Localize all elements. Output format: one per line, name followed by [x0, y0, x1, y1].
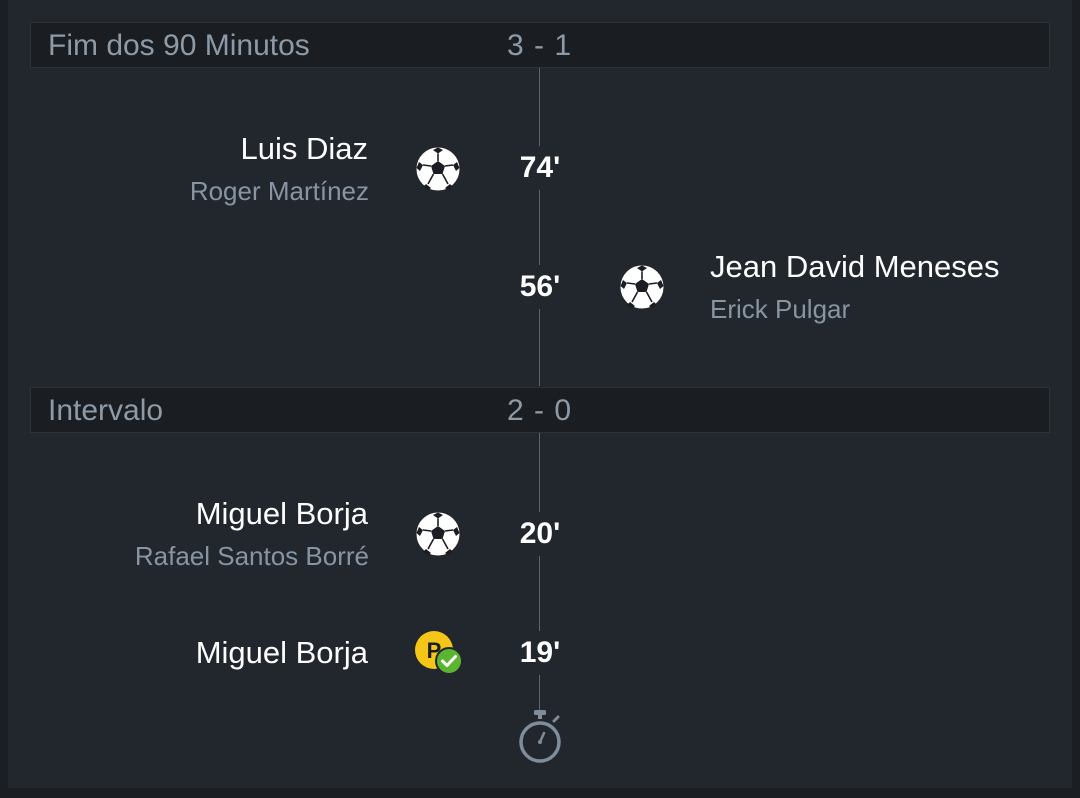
event-minute: 56': [510, 265, 570, 309]
period-score: 2 - 0: [507, 394, 573, 427]
scorer-name: Miguel Borja: [195, 496, 368, 531]
timeline-event[interactable]: Luis Diaz Roger Martínez 74': [0, 128, 1080, 208]
scorer-name: Jean David Meneses: [710, 249, 1000, 284]
timeline-line: [539, 68, 540, 386]
penalty-scored-icon: P: [415, 631, 463, 675]
soccer-ball-icon: [415, 146, 461, 192]
event-minute: 74': [510, 146, 570, 190]
period-score: 3 - 1: [507, 29, 573, 62]
period-label: Intervalo: [48, 394, 164, 427]
scorer-name: Luis Diaz: [240, 131, 369, 166]
scorer-name: Miguel Borja: [195, 635, 368, 670]
timeline-event[interactable]: 56' Jean David Meneses Erick Pulgar: [0, 246, 1080, 326]
timeline-event[interactable]: Miguel Borja P 19': [0, 628, 1080, 708]
stopwatch-icon: [519, 710, 561, 763]
assist-name: Roger Martínez: [189, 176, 369, 206]
period-header-full-time: Fim dos 90 Minutos 3 - 1: [30, 22, 1050, 68]
event-minute: 19': [510, 631, 570, 675]
soccer-ball-icon: [619, 264, 665, 310]
soccer-ball-icon: [415, 511, 461, 557]
assist-name: Erick Pulgar: [710, 294, 851, 324]
timeline-event[interactable]: Miguel Borja Rafael Santos Borré 20': [0, 493, 1080, 573]
assist-name: Rafael Santos Borré: [134, 541, 369, 571]
event-minute: 20': [510, 512, 570, 556]
period-label: Fim dos 90 Minutos: [48, 29, 310, 62]
period-header-half-time: Intervalo 2 - 0: [30, 387, 1050, 433]
